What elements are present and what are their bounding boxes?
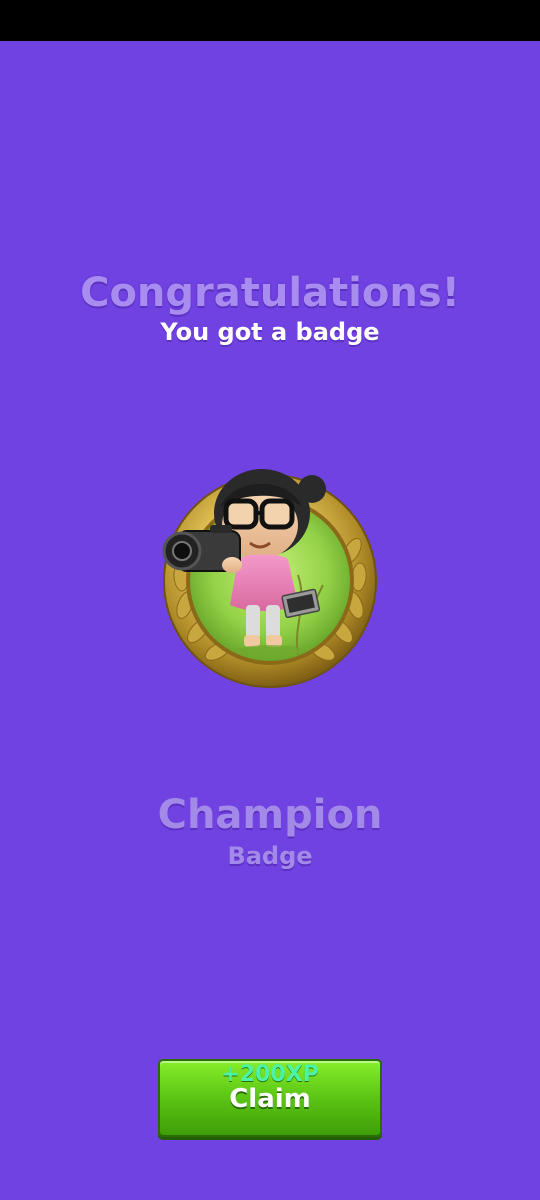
badge-name: Champion: [157, 792, 383, 838]
badge-type-label: Badge: [227, 842, 313, 870]
champion-badge-medal-icon: [148, 455, 392, 699]
congratulations-title: Congratulations!: [80, 270, 460, 316]
claim-button[interactable]: +200XP Claim: [158, 1059, 382, 1137]
status-bar: [0, 0, 540, 41]
badge-subtitle: You got a badge: [160, 318, 380, 346]
claim-button-label: Claim: [229, 1084, 311, 1114]
